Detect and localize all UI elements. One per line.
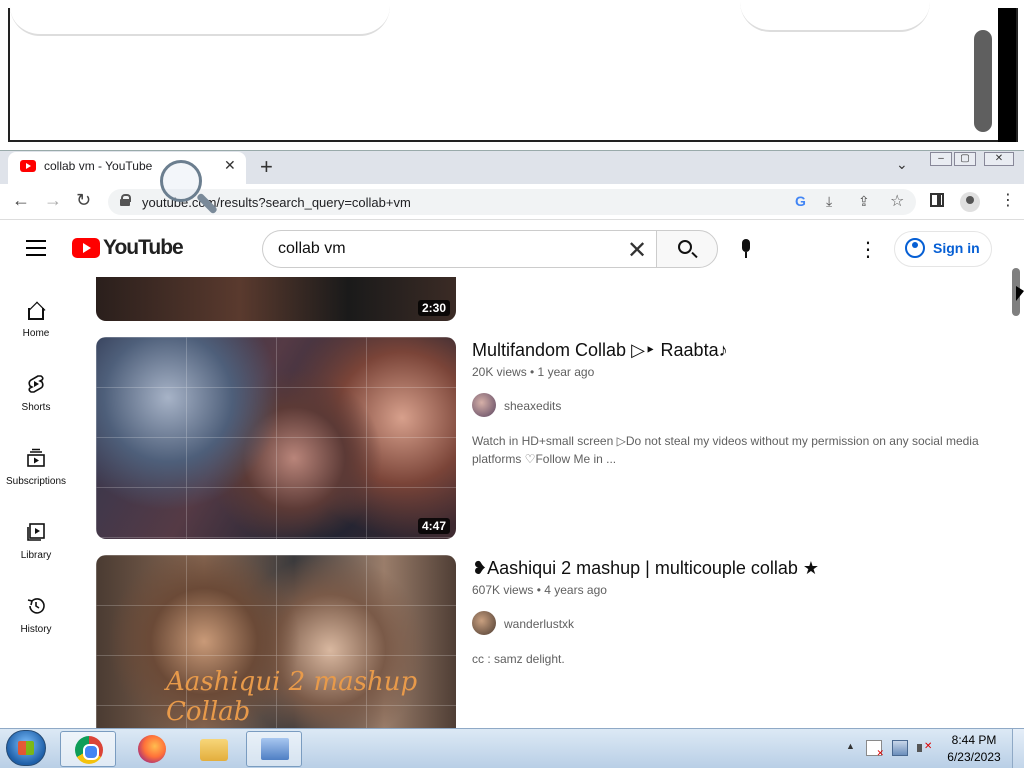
video-duration: 2:30 [417,300,450,316]
show-desktop-button[interactable] [1012,729,1024,768]
thumbnail-overlay-text: Aashiqui 2 mashup Collab [166,667,418,727]
youtube-favicon-icon [20,160,36,172]
tab-title: collab vm - YouTube [44,159,153,173]
search-input-value[interactable]: collab vm [278,240,346,258]
window-close-button[interactable]: ✕ [984,152,1014,166]
profile-avatar-icon[interactable] [960,192,980,212]
sidebar-item-subscriptions[interactable]: Subscriptions [0,448,72,522]
home-icon [28,308,44,320]
hamburger-menu-icon[interactable] [26,240,46,256]
video-duration: 4:47 [417,518,450,534]
sidebar-item-label: Home [22,328,50,339]
video-description: Watch in HD+small screen ▷Do not steal m… [472,434,979,466]
video-title[interactable]: ❥Aashiqui 2 mashup | multicouple collab … [472,558,819,579]
video-meta: 20K views • 1 year ago [472,365,595,379]
action-center-flag-icon[interactable] [866,740,884,759]
share-icon[interactable]: ⇪ [858,193,870,210]
account-circle-icon[interactable] [905,238,925,258]
taskbar-remote-desktop[interactable] [246,731,302,767]
channel-avatar[interactable] [472,611,496,635]
sidebar-item-label: History [20,624,52,635]
sign-in-label[interactable]: Sign in [933,240,980,256]
settings-more-icon[interactable]: ⋮ [858,237,878,262]
start-button[interactable] [6,730,46,766]
window-minimize-button[interactable]: – [930,152,952,166]
video-thumbnail[interactable]: 4:47 [96,337,456,539]
reload-button[interactable]: ↻ [76,190,91,211]
window-maximize-button[interactable]: ▢ [954,152,976,166]
firefox-icon [138,735,166,763]
install-app-icon[interactable]: ⤓ [826,193,832,210]
stale-search-pill [10,0,390,36]
channel-name[interactable]: wanderlustxk [504,617,574,631]
thumbnail-collage [96,337,456,539]
lock-icon[interactable] [120,194,131,206]
video-title[interactable]: Multifandom Collab ▷‣ Raabta♪ [472,340,728,361]
tab-close-icon[interactable]: ✕ [224,157,236,174]
shorts-icon [28,375,44,393]
history-icon [27,598,45,614]
chrome-icon [75,736,103,764]
show-hidden-icons-button[interactable]: ▲ [846,741,855,751]
youtube-logo-icon[interactable] [72,238,100,258]
library-icon [27,523,45,541]
youtube-logo-text[interactable]: YouTube [103,236,184,260]
video-thumbnail[interactable]: Aashiqui 2 mashup Collab [96,555,456,728]
clock-date[interactable]: 6/23/2023 [942,750,1006,764]
channel-avatar[interactable] [472,393,496,417]
channel-name[interactable]: sheaxedits [504,399,561,413]
remote-desktop-icon [261,738,289,760]
subscriptions-icon [27,448,45,467]
network-icon[interactable] [892,740,908,756]
clear-search-icon[interactable]: ✕ [627,236,647,265]
explorer-folder-icon [200,739,228,761]
google-lens-icon[interactable]: G [795,193,806,209]
sidebar-item-label: Shorts [21,402,51,413]
side-panel-icon[interactable] [930,193,944,207]
new-tab-button[interactable]: + [260,154,273,180]
magnifier-lens-icon [160,160,202,202]
video-thumbnail[interactable]: 2:30 [96,277,456,321]
sidebar-item-home[interactable]: Home [0,300,72,374]
sidebar-item-label: Subscriptions [5,476,67,487]
stale-scrollbar-track [998,8,1016,142]
mouse-cursor-icon [1016,286,1024,301]
volume-muted-icon[interactable] [916,740,932,756]
sidebar-item-label: Library [20,550,52,561]
bookmark-star-icon[interactable]: ☆ [890,191,904,211]
video-description: cc : samz delight. [472,652,565,666]
taskbar-firefox[interactable] [124,731,180,767]
tab-search-chevron-icon[interactable]: ⌄ [896,156,908,173]
stale-button-pill [740,0,930,32]
sidebar-item-library[interactable]: Library [0,522,72,596]
back-button[interactable]: ← [12,190,30,211]
voice-search-mic-icon[interactable] [742,239,750,258]
sidebar-item-shorts[interactable]: Shorts [0,374,72,448]
search-icon[interactable] [678,240,692,254]
chrome-menu-icon[interactable]: ⋮ [1000,190,1016,210]
forward-button[interactable]: → [44,190,62,211]
video-meta: 607K views • 4 years ago [472,583,607,597]
taskbar-chrome[interactable] [60,731,116,767]
taskbar-explorer[interactable] [186,731,242,767]
stale-scrollbar-thumb [974,30,992,132]
sidebar-item-history[interactable]: History [0,596,72,670]
clock-time[interactable]: 8:44 PM [942,733,1006,747]
